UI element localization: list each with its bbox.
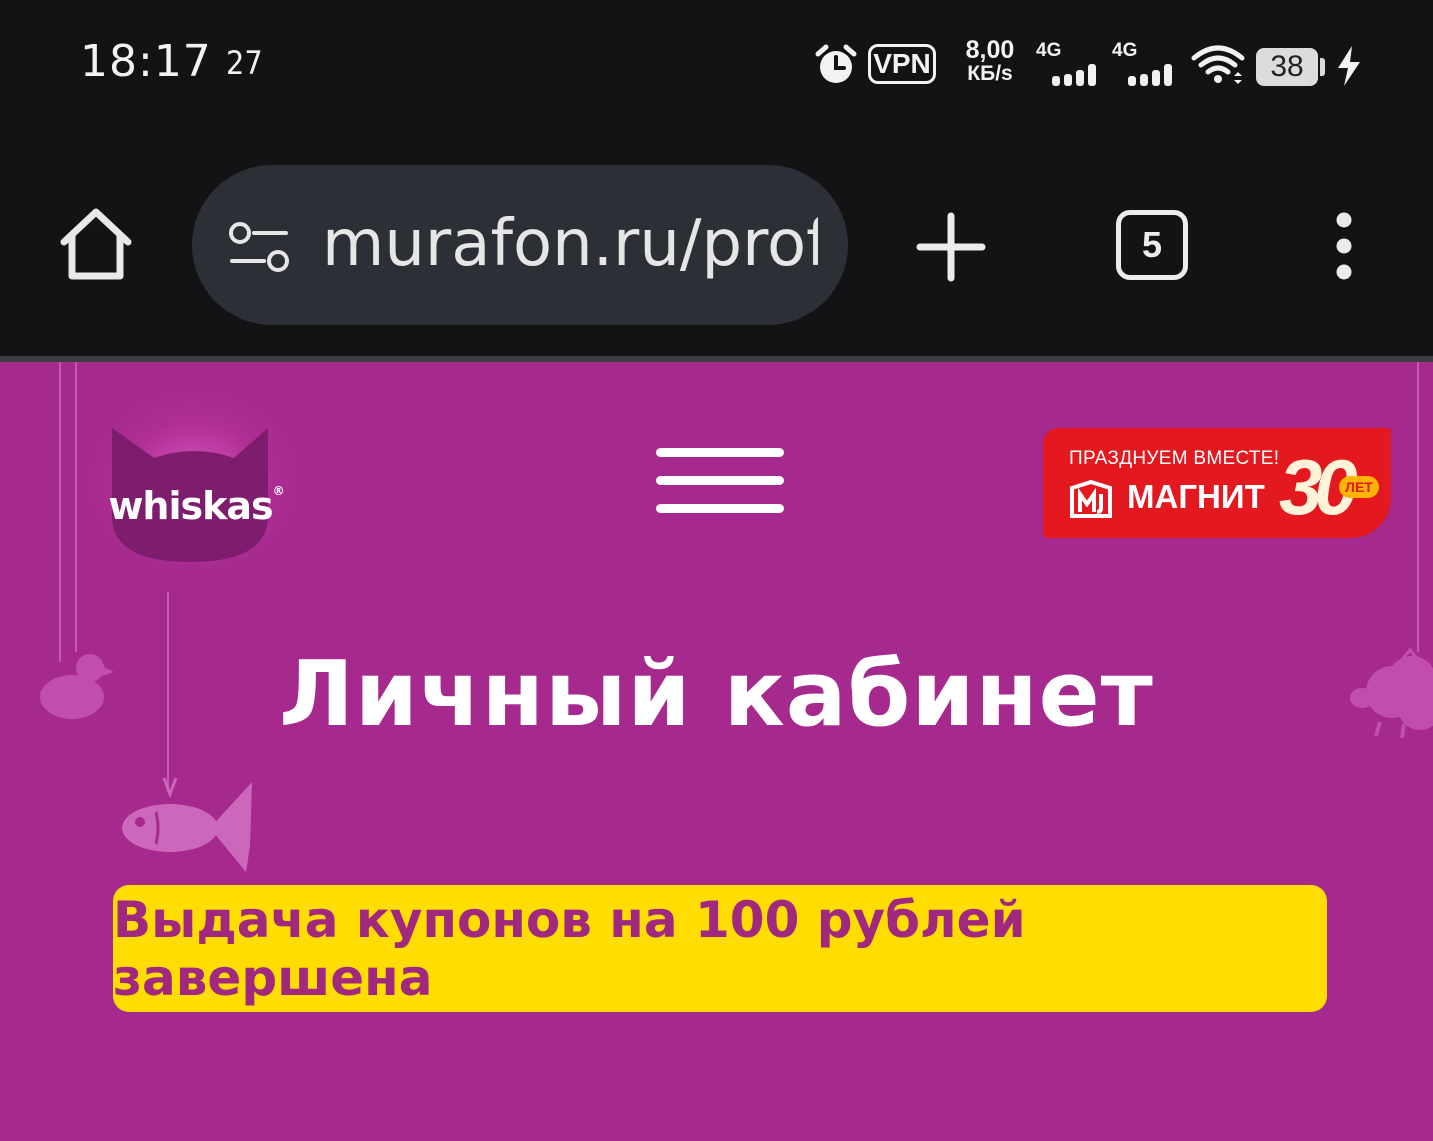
magnit-tagline: ПРАЗДНУЕМ ВМЕСТЕ! [1069,448,1280,469]
status-bar: 18:17 27 VPN 8,00 КБ/s 4G 4G 38 [0,0,1433,130]
page-title: Личный кабинет [279,642,1154,747]
coupon-notice-text: Выдача купонов на 100 рублей завершена [113,890,1026,1007]
more-menu-icon[interactable] [1332,212,1356,280]
magnit-logo-icon [1070,480,1112,518]
magnit-partner-banner[interactable]: ПРАЗДНУЕМ ВМЕСТЕ! МАГНИТ 30 ЛЕТ [1043,428,1391,538]
whiskas-logo[interactable]: whiskas® [84,386,304,576]
hamburger-line [656,504,784,513]
hamburger-line [656,448,784,457]
network-type-2: 4G [1112,40,1138,61]
url-text[interactable]: murafon.ru/profile [322,199,818,289]
network-type-1: 4G [1036,40,1062,61]
network-speed-unit: КБ/s [967,62,1013,85]
site-settings-icon[interactable] [228,221,292,275]
network-speed-value: 8,00 [965,36,1015,64]
tab-switcher-icon[interactable]: 5 [1116,210,1188,280]
home-icon[interactable] [56,206,136,282]
logo-text: whiskas® [96,484,296,528]
new-tab-icon[interactable] [916,212,986,282]
hamburger-menu-icon[interactable] [656,448,784,514]
logo-wordmark: whiskas [108,484,273,528]
charging-icon [1338,46,1360,86]
fish-icon [122,777,252,872]
clock: 18:17 [80,36,212,87]
battery-tip [1320,58,1325,76]
registered-mark: ® [272,484,285,498]
battery-icon: 38 [1256,48,1318,86]
cat-head-icon [112,428,268,562]
network-speed: 8,00 КБ/s [958,38,1022,86]
vpn-icon: VPN [868,44,936,84]
signal-icon-2: 4G [1112,40,1172,90]
coupon-notice-banner: Выдача купонов на 100 рублей завершена [113,885,1327,1012]
address-bar[interactable]: murafon.ru/profile [192,165,848,325]
magnit-anniversary-suffix: ЛЕТ [1339,476,1379,498]
hamburger-line [656,476,784,485]
page-content: whiskas® ПРАЗДНУЕМ ВМЕСТЕ! МАГНИТ 30 ЛЕТ… [0,362,1433,1141]
alarm-icon [815,44,857,83]
browser-toolbar: murafon.ru/profile 5 [0,130,1433,356]
signal-icon: 4G [1036,40,1096,90]
wifi-icon [1191,45,1245,84]
temperature: 27 [226,44,263,82]
magnit-brand: МАГНИТ [1127,478,1265,515]
